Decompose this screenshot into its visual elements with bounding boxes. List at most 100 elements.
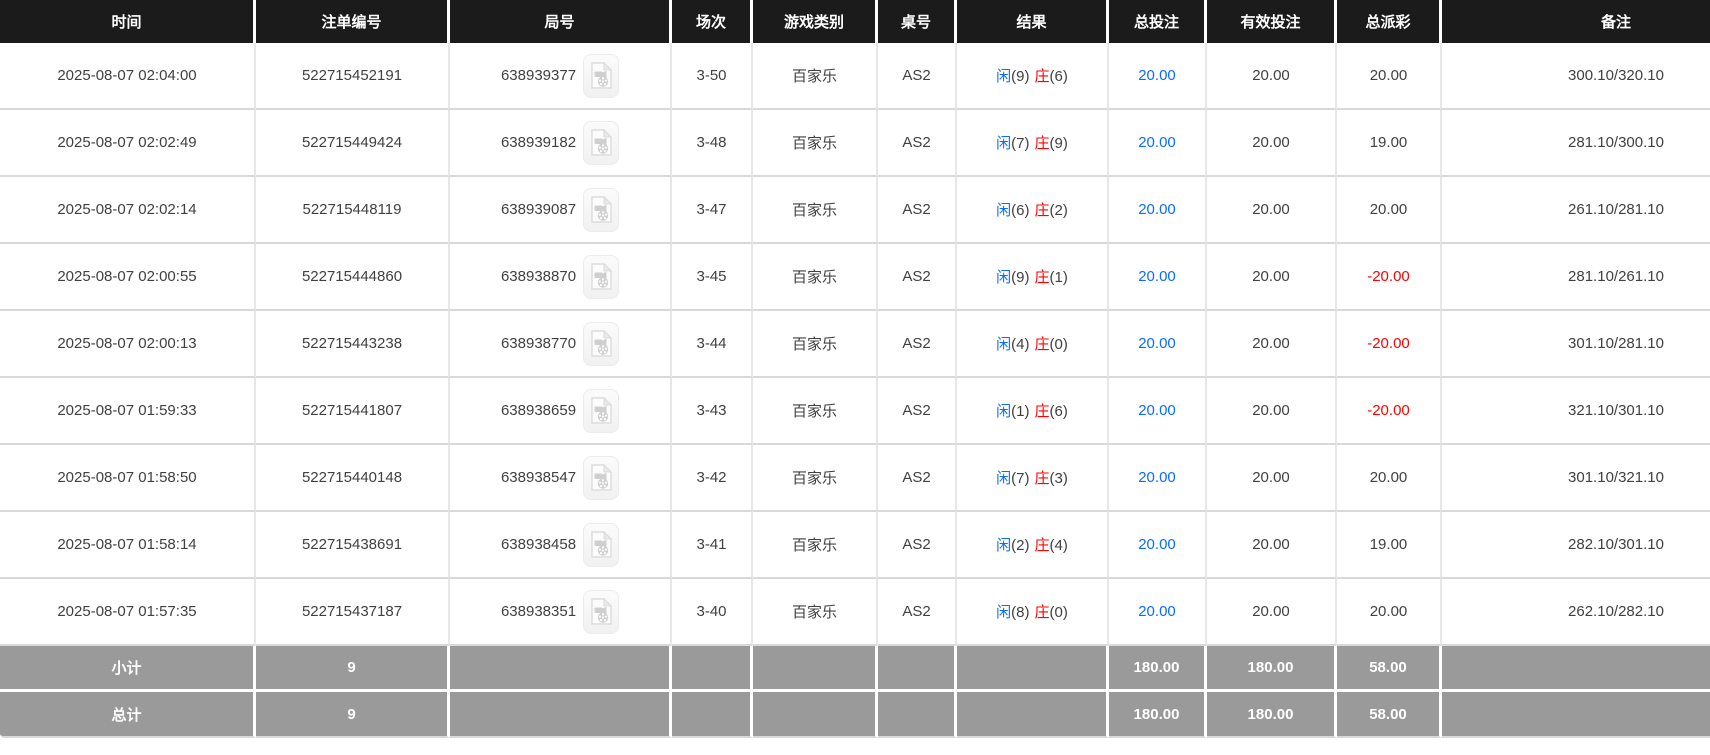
subtotal-empty-remark (1442, 646, 1710, 692)
player-result-label: 闲 (996, 403, 1012, 420)
round-no-text: 638938770 (500, 335, 577, 352)
player-result-score: (8) (1011, 604, 1030, 621)
video-replay-button[interactable] (583, 589, 620, 634)
time-cell: 2025-08-07 01:58:50 (0, 445, 256, 512)
round-no-cell: 638939377 (450, 43, 672, 110)
payout-cell: -20.00 (1337, 311, 1442, 378)
banker-result-label: 庄 (1034, 202, 1050, 219)
game-type-cell: 百家乐 (753, 445, 878, 512)
video-replay-button[interactable] (583, 388, 620, 433)
payout-cell: 19.00 (1337, 110, 1442, 177)
bet-history-table: 时间 注单编号 局号 场次 游戏类别 桌号 结果 总投注 有效投注 总派彩 备注… (0, 0, 1710, 738)
valid-bet-cell: 20.00 (1207, 445, 1337, 512)
player-result-score: (7) (1011, 135, 1030, 152)
header-row: 时间 注单编号 局号 场次 游戏类别 桌号 结果 总投注 有效投注 总派彩 备注 (0, 0, 1710, 43)
valid-bet-cell: 20.00 (1207, 311, 1337, 378)
player-result-label: 闲 (996, 269, 1012, 286)
header-session: 场次 (672, 0, 753, 43)
video-replay-button[interactable] (583, 254, 620, 299)
round-no-cell: 638938659 (450, 378, 672, 445)
video-file-icon (591, 129, 613, 156)
game-type-cell: 百家乐 (753, 244, 878, 311)
video-replay-button[interactable] (583, 53, 620, 98)
banker-result-score: (6) (1049, 68, 1068, 85)
total-bet-cell: 20.00 (1109, 579, 1207, 646)
player-result-label: 闲 (996, 68, 1012, 85)
remark-cell: 301.10/321.10 (1442, 445, 1710, 512)
table-row: 2025-08-07 02:02:49 522715449424 6389391… (0, 110, 1710, 177)
grand-total-empty-game (753, 692, 878, 738)
valid-bet-cell: 20.00 (1207, 177, 1337, 244)
round-no-cell: 638939182 (450, 110, 672, 177)
video-replay-button[interactable] (583, 321, 620, 366)
remark-cell: 281.10/300.10 (1442, 110, 1710, 177)
payout-cell: 20.00 (1337, 579, 1442, 646)
header-table-no: 桌号 (878, 0, 957, 43)
header-payout: 总派彩 (1337, 0, 1442, 43)
session-cell: 3-47 (672, 177, 753, 244)
payout-cell: 20.00 (1337, 43, 1442, 110)
total-bet-cell: 20.00 (1109, 244, 1207, 311)
game-type-cell: 百家乐 (753, 579, 878, 646)
video-file-icon (591, 62, 613, 89)
video-replay-button[interactable] (583, 455, 620, 500)
total-bet-cell: 20.00 (1109, 445, 1207, 512)
result-cell: 闲(9) 庄(6) (957, 43, 1109, 110)
result-cell: 闲(8) 庄(0) (957, 579, 1109, 646)
round-no-text: 638938351 (500, 603, 577, 620)
bet-history-viewport: 时间 注单编号 局号 场次 游戏类别 桌号 结果 总投注 有效投注 总派彩 备注… (0, 0, 1710, 755)
total-bet-cell: 20.00 (1109, 378, 1207, 445)
subtotal-valid-bet: 180.00 (1207, 646, 1337, 692)
video-file-icon (591, 531, 613, 558)
remark-cell: 301.10/281.10 (1442, 311, 1710, 378)
grand-total-empty-table (878, 692, 957, 738)
header-bet-no: 注单编号 (256, 0, 450, 43)
valid-bet-cell: 20.00 (1207, 43, 1337, 110)
session-cell: 3-42 (672, 445, 753, 512)
subtotal-empty-table (878, 646, 957, 692)
time-cell: 2025-08-07 02:02:49 (0, 110, 256, 177)
banker-result-score: (4) (1049, 537, 1068, 554)
result-cell: 闲(7) 庄(9) (957, 110, 1109, 177)
grand-total-empty-round (450, 692, 672, 738)
bet-no-cell: 522715441807 (256, 378, 450, 445)
table-no-cell: AS2 (878, 244, 957, 311)
round-no-text: 638939087 (500, 201, 577, 218)
round-no-cell: 638939087 (450, 177, 672, 244)
valid-bet-cell: 20.00 (1207, 110, 1337, 177)
game-type-cell: 百家乐 (753, 177, 878, 244)
time-cell: 2025-08-07 02:00:55 (0, 244, 256, 311)
grand-total-empty-remark (1442, 692, 1710, 738)
session-cell: 3-40 (672, 579, 753, 646)
result-cell: 闲(2) 庄(4) (957, 512, 1109, 579)
subtotal-count: 9 (256, 646, 450, 692)
total-bet-cell: 20.00 (1109, 110, 1207, 177)
header-result: 结果 (957, 0, 1109, 43)
valid-bet-cell: 20.00 (1207, 579, 1337, 646)
banker-result-label: 庄 (1034, 135, 1050, 152)
payout-cell: -20.00 (1337, 378, 1442, 445)
header-game-type: 游戏类别 (753, 0, 878, 43)
header-remark: 备注 (1442, 0, 1710, 43)
player-result-label: 闲 (996, 135, 1012, 152)
banker-result-score: (3) (1049, 470, 1068, 487)
subtotal-payout: 58.00 (1337, 646, 1442, 692)
result-cell: 闲(9) 庄(1) (957, 244, 1109, 311)
time-cell: 2025-08-07 02:00:13 (0, 311, 256, 378)
subtotal-empty-result (957, 646, 1109, 692)
video-file-icon (591, 598, 613, 625)
player-result-label: 闲 (996, 604, 1012, 621)
table-row: 2025-08-07 01:58:50 522715440148 6389385… (0, 445, 1710, 512)
valid-bet-cell: 20.00 (1207, 244, 1337, 311)
player-result-label: 闲 (996, 202, 1012, 219)
banker-result-label: 庄 (1034, 336, 1050, 353)
table-no-cell: AS2 (878, 110, 957, 177)
round-no-cell: 638938458 (450, 512, 672, 579)
video-replay-button[interactable] (583, 120, 620, 165)
video-replay-button[interactable] (583, 187, 620, 232)
game-type-cell: 百家乐 (753, 512, 878, 579)
remark-cell: 281.10/261.10 (1442, 244, 1710, 311)
player-result-label: 闲 (996, 470, 1012, 487)
video-replay-button[interactable] (583, 522, 620, 567)
grand-total-row: 总计 9 180.00 180.00 58.00 (0, 692, 1710, 738)
